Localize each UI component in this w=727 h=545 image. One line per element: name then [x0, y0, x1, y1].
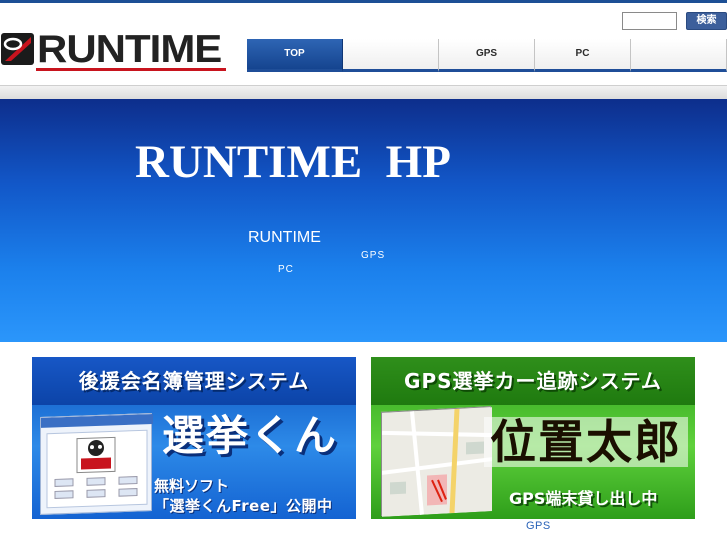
nav-item-5[interactable] [631, 39, 727, 72]
banner-title: 位置太郎 [484, 417, 688, 467]
hero-line-runtime: RUNTIME [248, 229, 321, 246]
nav-item-pc[interactable]: PC [535, 39, 631, 72]
divider-strip [0, 85, 727, 99]
search-input[interactable] [622, 12, 677, 30]
hero-title: RUNTIME HP [135, 136, 451, 188]
banner-line-1: 無料ソフト [154, 477, 230, 495]
hero-line-pc: PC [278, 264, 294, 275]
banner-heading: GPS選挙カー追跡システム [371, 357, 695, 405]
ichi-taro-banner[interactable]: GPS選挙カー追跡システム 位置太郎 GPS端末貸し出し中 [371, 357, 695, 519]
main-nav: TOP GPS PC [247, 39, 727, 72]
map-screenshot-image [381, 406, 493, 517]
banner-subtitle: GPS端末貸し出し中 [509, 489, 658, 508]
nav-item-gps[interactable]: GPS [439, 39, 535, 72]
banner-heading: 後援会名簿管理システム [32, 357, 356, 405]
runtime-logo[interactable]: RUNTIME [0, 27, 228, 71]
hero-banner: RUNTIME HP RUNTIME GPS PC [0, 99, 727, 342]
banner-line-2: 「選挙くんFree」公開中 [154, 497, 333, 515]
nav-item-top[interactable]: TOP [247, 39, 343, 72]
nav-item-2[interactable] [343, 39, 439, 72]
gps-caption: GPS [526, 520, 551, 532]
hero-line-gps: GPS [361, 250, 386, 261]
logo-underline [36, 68, 226, 71]
search-button[interactable]: 検索 [686, 12, 727, 30]
logo-mark-icon [0, 29, 36, 69]
top-border [0, 0, 727, 3]
software-screenshot-image [40, 413, 153, 515]
senkyo-kun-banner[interactable]: 後援会名簿管理システム 選挙くん 無料ソフト 「選挙くんFree」公開中 [32, 357, 356, 519]
banner-title: 選挙くん [162, 411, 339, 460]
logo-text: RUNTIME [37, 26, 222, 71]
